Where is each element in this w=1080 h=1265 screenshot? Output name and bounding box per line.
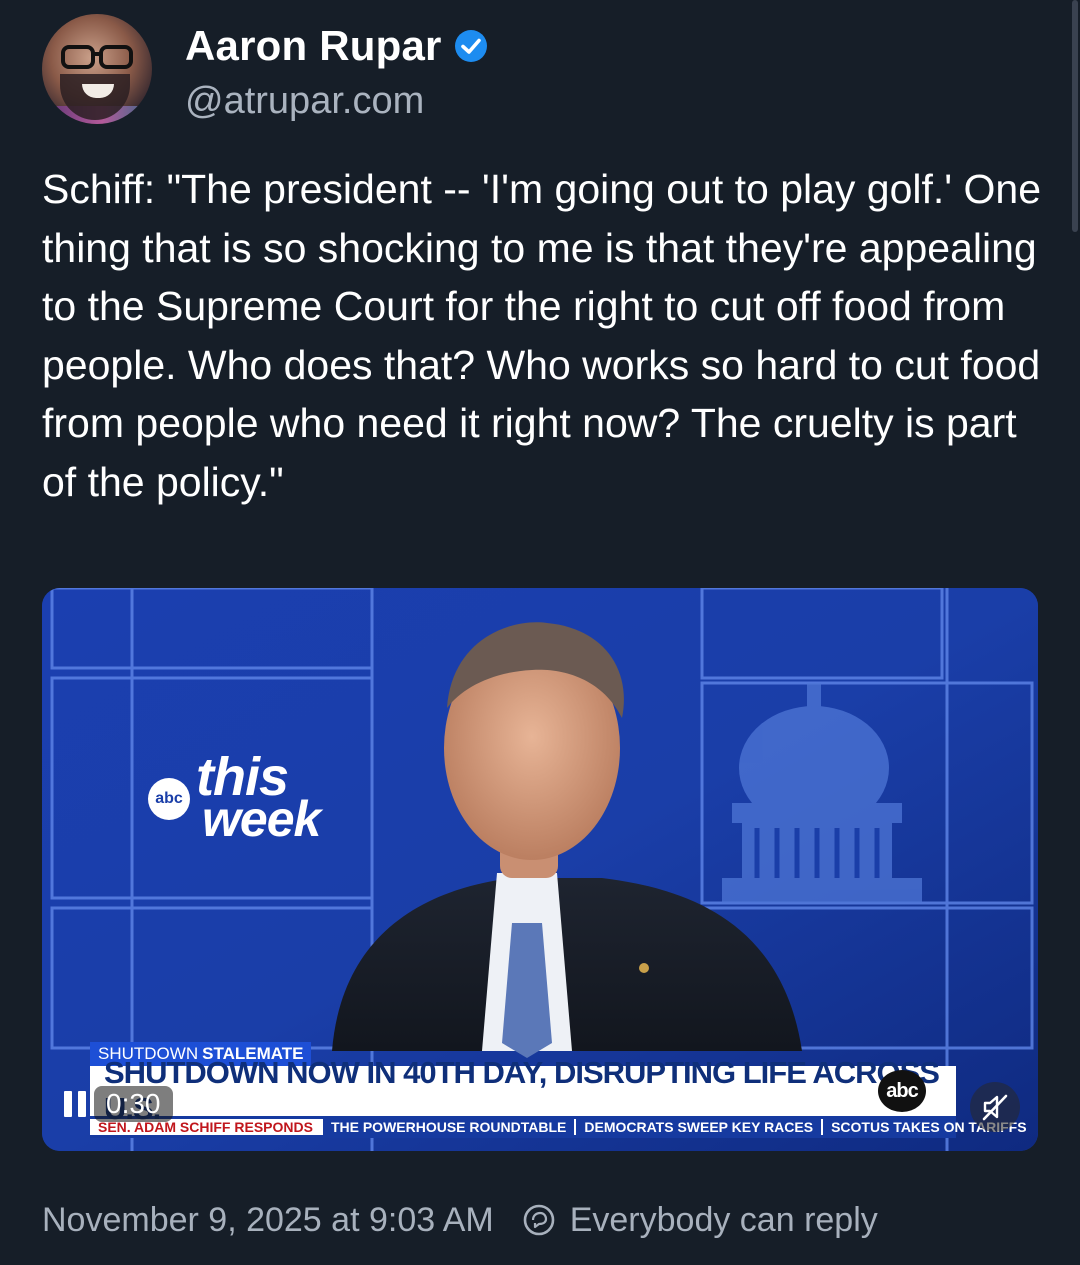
- abc-network-icon: abc: [148, 778, 190, 820]
- lower-third: SHUTDOWN STALEMATE SHUTDOWN NOW IN 40TH …: [90, 1042, 1027, 1138]
- post-timestamp[interactable]: November 9, 2025 at 9:03 AM: [42, 1201, 494, 1240]
- lower-third-headline: SHUTDOWN NOW IN 40TH DAY, DISRUPTING LIF…: [90, 1055, 956, 1126]
- verified-badge-icon: [454, 30, 487, 62]
- pause-icon[interactable]: [64, 1091, 86, 1117]
- avatar-glasses: [61, 45, 133, 69]
- post-text: Schiff: "The president -- 'I'm going out…: [42, 166, 1042, 505]
- post-footer: November 9, 2025 at 9:03 AM Everybody ca…: [42, 1198, 878, 1242]
- playback-control[interactable]: 0:30: [64, 1082, 173, 1126]
- show-logo-week: week: [202, 791, 321, 847]
- avatar[interactable]: [42, 14, 152, 124]
- author-name-row: Aaron Rupar: [185, 22, 488, 70]
- video-player[interactable]: abc this week SHUTDOWN STALEMATE SHUTDOW…: [42, 588, 1038, 1151]
- author-name[interactable]: Aaron Rupar: [185, 22, 442, 70]
- speaker-muted-icon: [982, 1094, 1008, 1121]
- post-header: Aaron Rupar @atrupar.com: [42, 14, 942, 126]
- scrollbar[interactable]: [1072, 0, 1078, 232]
- reply-setting[interactable]: Everybody can reply: [570, 1201, 878, 1240]
- reply-setting-icon: [523, 1204, 555, 1236]
- time-remaining: 0:30: [94, 1086, 173, 1122]
- abc-bug-icon: abc: [878, 1070, 926, 1112]
- mute-button[interactable]: [970, 1082, 1020, 1132]
- show-logo: abc this week: [148, 747, 378, 850]
- author-handle[interactable]: @atrupar.com: [185, 80, 424, 123]
- lower-third-headline-text: SHUTDOWN NOW IN 40TH DAY, DISRUPTING LIF…: [104, 1055, 940, 1126]
